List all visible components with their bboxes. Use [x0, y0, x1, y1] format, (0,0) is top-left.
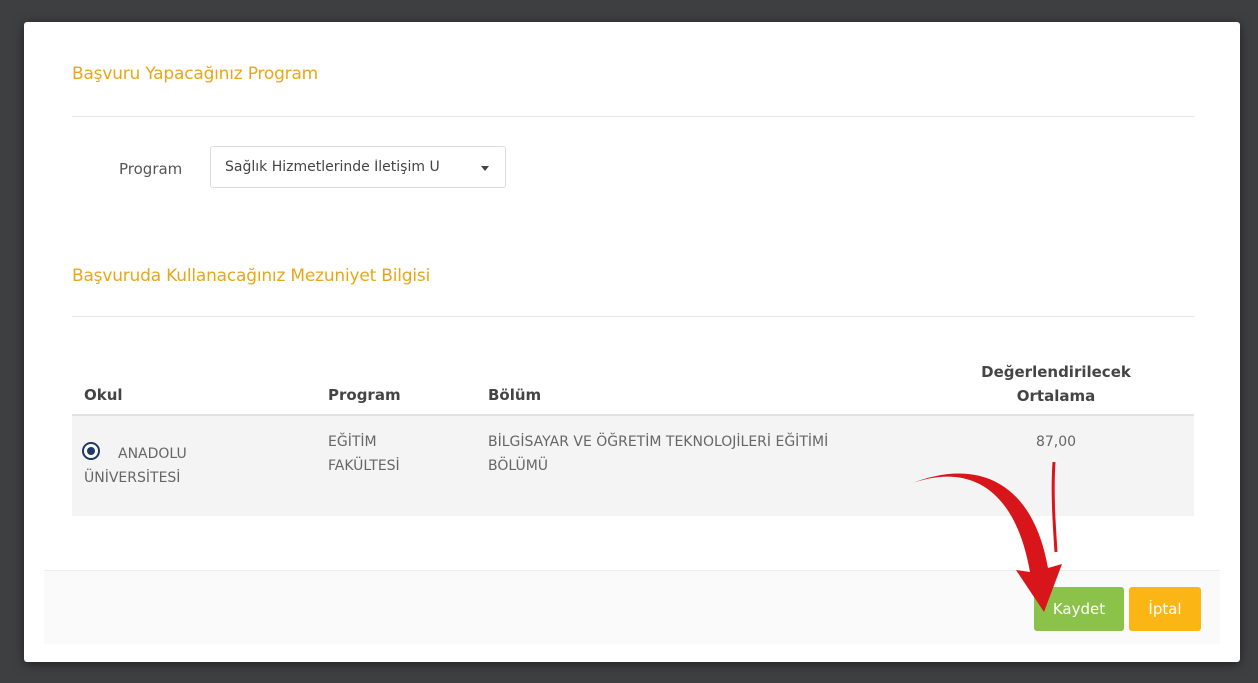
divider: [72, 316, 1194, 317]
cell-program: EĞİTİM FAKÜLTESİ: [328, 430, 400, 478]
header-average-line2: Ortalama: [1016, 387, 1096, 405]
school-line2: ÜNİVERSİTESİ: [84, 470, 181, 486]
header-program: Program: [328, 386, 401, 404]
divider: [72, 116, 1194, 117]
school-line1: ANADOLU: [118, 446, 187, 462]
table-header: Okul Program Bölüm Değerlendirilecek Ort…: [72, 352, 1194, 416]
program-label: Program: [119, 160, 183, 178]
cell-department: BİLGİSAYAR VE ÖĞRETİM TEKNOLOJİLERİ EĞİT…: [488, 430, 828, 478]
modal-dialog: Başvuru Yapacağınız Program Program Sağl…: [24, 22, 1240, 662]
department-line2: BÖLÜMÜ: [488, 458, 549, 474]
header-school: Okul: [84, 386, 123, 404]
cancel-button[interactable]: İptal: [1129, 587, 1201, 631]
program-select-value: Sağlık Hizmetlerinde İletişim U: [225, 159, 440, 175]
red-arrow-icon: [910, 462, 1062, 612]
header-average-line1: Değerlendirilecek: [981, 363, 1131, 381]
graduation-section-title: Başvuruda Kullanacağınız Mezuniyet Bilgi…: [72, 266, 431, 286]
cell-school: ANADOLU ÜNİVERSİTESİ: [84, 442, 187, 490]
header-department: Bölüm: [488, 386, 542, 404]
cell-average: 87,00: [1035, 434, 1077, 450]
program-line2: FAKÜLTESİ: [328, 458, 400, 474]
header-average: Değerlendirilecek Ortalama: [968, 360, 1144, 408]
caret-down-icon: [481, 166, 489, 171]
program-section-title: Başvuru Yapacağınız Program: [72, 64, 319, 84]
program-select[interactable]: Sağlık Hizmetlerinde İletişim U: [210, 146, 506, 188]
program-line1: EĞİTİM: [328, 434, 377, 450]
department-line1: BİLGİSAYAR VE ÖĞRETİM TEKNOLOJİLERİ EĞİT…: [488, 434, 829, 450]
